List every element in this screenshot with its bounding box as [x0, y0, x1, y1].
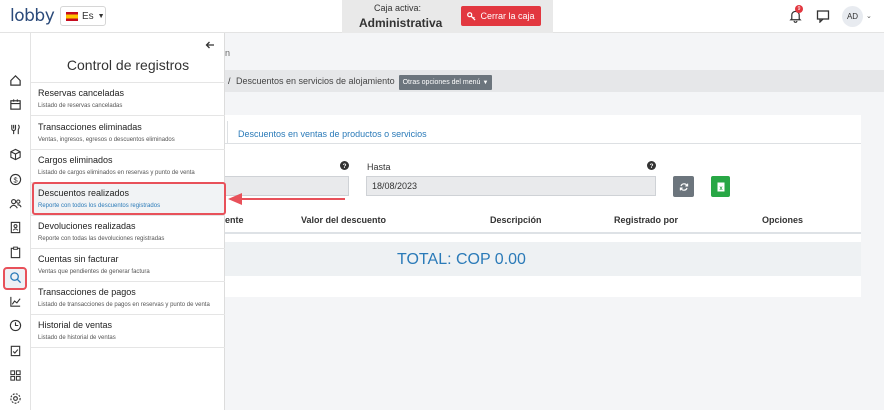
svg-text:?: ?: [343, 163, 347, 170]
language-selector[interactable]: Es ▼: [60, 6, 106, 26]
app-logo[interactable]: lobby: [10, 6, 55, 26]
chat-icon[interactable]: [816, 9, 830, 23]
records-panel: Control de registros Reservas canceladas…: [31, 33, 225, 410]
icon-sidebar: $: [0, 33, 31, 410]
tab-product-discounts[interactable]: Descuentos en ventas de productos o serv…: [238, 129, 427, 139]
panel-item-transacciones-eliminadas[interactable]: Transacciones eliminadas Ventas, ingreso…: [31, 117, 225, 150]
panel-item-desc: Listado de reservas canceladas: [38, 103, 123, 109]
cashbox-label: Caja activa:: [374, 3, 422, 13]
panel-item-title: Devoluciones realizadas: [38, 221, 136, 231]
calendar-icon[interactable]: [8, 97, 23, 112]
breadcrumb-separator: /: [228, 76, 231, 86]
header-divider: [225, 232, 861, 234]
page-title: n: [225, 48, 231, 58]
refresh-button[interactable]: [673, 176, 694, 197]
fork-knife-icon[interactable]: [8, 122, 23, 137]
top-bar: lobby Es ▼ Caja activa: Administrativa C…: [0, 0, 884, 33]
breadcrumb: / Descuentos en servicios de alojamiento…: [225, 70, 884, 92]
column-header: Descripción: [490, 215, 542, 225]
user-avatar[interactable]: AD: [842, 6, 863, 27]
column-header: Registrado por: [614, 215, 679, 225]
panel-item-cuentas-sin-facturar[interactable]: Cuentas sin facturar Ventas que pendient…: [31, 249, 225, 282]
search-icon[interactable]: [8, 270, 23, 285]
caret-down-icon: ▼: [97, 12, 105, 20]
language-label: Es: [82, 10, 94, 22]
highlight-box: [32, 182, 226, 215]
hasta-label: Hasta: [367, 162, 391, 172]
panel-item-desc: Ventas que pendientes de generar factura: [38, 269, 150, 275]
clipboard-icon[interactable]: [8, 245, 23, 260]
svg-text:$: $: [13, 175, 17, 184]
svg-text:?: ?: [650, 163, 654, 170]
column-header: Opciones: [762, 215, 804, 225]
cashbox-name: Administrativa: [359, 16, 443, 30]
panel-item-desc: Ventas, ingresos, egresos o descuentos e…: [38, 137, 175, 143]
panel-item-title: Cargos eliminados: [38, 155, 113, 165]
home-icon[interactable]: [8, 73, 23, 88]
panel-item-historial-de-ventas[interactable]: Historial de ventas Listado de historial…: [31, 315, 225, 348]
close-cashbox-label: Cerrar la caja: [480, 11, 535, 21]
total-amount: TOTAL: COP 0.00: [397, 251, 526, 268]
excel-file-icon: x: [717, 182, 724, 192]
tab-divider: [225, 143, 861, 144]
panel-item-title: Transacciones de pagos: [38, 287, 136, 297]
dollar-icon[interactable]: $: [8, 172, 23, 187]
box-icon[interactable]: [8, 147, 23, 162]
help-icon[interactable]: ?: [647, 161, 656, 170]
breadcrumb-current: Descuentos en servicios de alojamiento: [236, 76, 395, 86]
apps-grid-icon[interactable]: [8, 368, 23, 383]
panel-item-title: Cuentas sin facturar: [38, 254, 119, 264]
total-box: TOTAL: COP 0.00: [225, 242, 861, 276]
key-icon: [467, 11, 477, 21]
panel-item-title: Reservas canceladas: [38, 88, 125, 98]
active-cashbox: Caja activa: Administrativa Cerrar la ca…: [342, 0, 553, 33]
spain-flag-icon: [66, 11, 78, 21]
arrow-left-icon[interactable]: [205, 40, 215, 50]
main-content: n / Descuentos en servicios de alojamien…: [225, 33, 884, 410]
clock-icon[interactable]: [8, 318, 23, 333]
users-icon[interactable]: [8, 196, 23, 211]
refresh-icon: [679, 182, 688, 191]
help-icon[interactable]: ?: [340, 161, 349, 170]
export-excel-button[interactable]: x: [711, 176, 730, 197]
report-card: Descuentos en ventas de productos o serv…: [225, 115, 861, 297]
more-options-label: Otras opciones del menú: [402, 79, 481, 86]
panel-item-desc: Reporte con todas las devoluciones regis…: [38, 236, 165, 242]
panel-item-desc: Listado de transacciones de pagos en res…: [38, 302, 210, 308]
more-options-button[interactable]: Otras opciones del menú ▼: [399, 75, 492, 90]
column-header: ente: [225, 215, 244, 225]
caret-down-icon: ▼: [482, 79, 489, 86]
tab-active-edge: [225, 121, 228, 144]
clipboard-check-icon[interactable]: [8, 343, 23, 358]
panel-item-devoluciones-realizadas[interactable]: Devoluciones realizadas Reporte con toda…: [31, 216, 225, 249]
panel-item-desc: Listado de historial de ventas: [38, 335, 116, 341]
hasta-date-input[interactable]: 18/08/2023: [366, 176, 656, 196]
chevron-down-icon[interactable]: ⌄: [866, 12, 872, 20]
panel-item-title: Historial de ventas: [38, 320, 113, 330]
settings-icon[interactable]: [8, 391, 23, 406]
chart-line-icon[interactable]: [8, 294, 23, 309]
close-cashbox-button[interactable]: Cerrar la caja: [461, 6, 541, 26]
panel-item-transacciones-de-pagos[interactable]: Transacciones de pagos Listado de transa…: [31, 282, 225, 315]
panel-title: Control de registros: [66, 57, 190, 73]
contact-card-icon[interactable]: [8, 220, 23, 235]
notification-badge: 9: [795, 5, 803, 13]
annotation-arrow-icon: [228, 193, 345, 205]
panel-item-cargos-eliminados[interactable]: Cargos eliminados Listado de cargos elim…: [31, 150, 225, 183]
panel-item-desc: Listado de cargos eliminados en reservas…: [38, 170, 195, 176]
panel-item-title: Transacciones eliminadas: [38, 122, 142, 132]
panel-item-reservas-canceladas[interactable]: Reservas canceladas Listado de reservas …: [31, 83, 225, 116]
column-header: Valor del descuento: [301, 215, 387, 225]
